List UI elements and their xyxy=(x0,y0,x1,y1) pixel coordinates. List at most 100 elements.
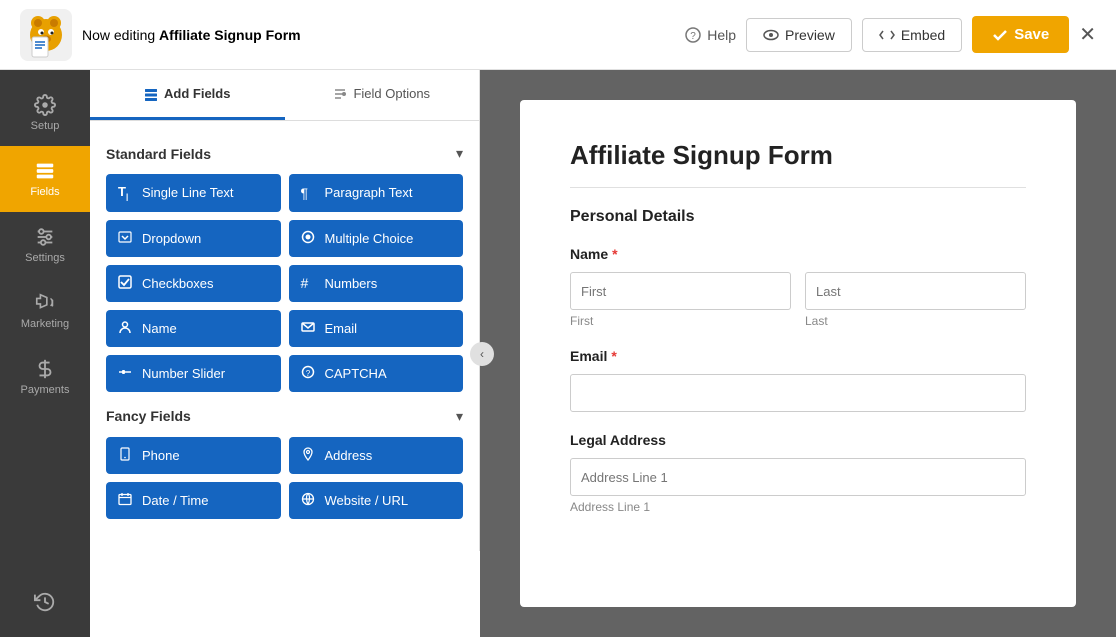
field-btn-date-time[interactable]: Date / Time xyxy=(106,482,281,519)
field-btn-single-line-text[interactable]: T| Single Line Text xyxy=(106,174,281,212)
panel-tabs: Add Fields Field Options xyxy=(90,70,479,121)
logo-icon xyxy=(20,9,72,61)
fancy-fields-grid: Phone Address Date / Time xyxy=(106,437,463,519)
personal-details-title: Personal Details xyxy=(570,208,1026,226)
field-btn-address[interactable]: Address xyxy=(289,437,464,474)
help-button[interactable]: ? Help xyxy=(685,27,736,43)
legal-address-field: Legal Address Address Line 1 xyxy=(570,432,1026,514)
sidebar: Setup Fields Settings xyxy=(0,70,90,637)
help-icon: ? xyxy=(685,27,701,43)
dropdown-icon xyxy=(118,230,134,247)
email-input[interactable] xyxy=(570,374,1026,412)
captcha-icon: ? xyxy=(301,365,317,382)
fancy-fields-toggle[interactable]: ▾ xyxy=(456,408,463,425)
fancy-fields-header: Fancy Fields ▾ xyxy=(106,408,463,425)
numbers-icon: # xyxy=(301,275,317,291)
phone-icon xyxy=(118,447,134,464)
standard-fields-title: Standard Fields xyxy=(106,146,211,162)
standard-fields-toggle[interactable]: ▾ xyxy=(456,145,463,162)
email-icon xyxy=(301,320,317,337)
editing-label: Now editing Affiliate Signup Form xyxy=(82,27,301,43)
sidebar-bottom xyxy=(34,577,56,637)
field-btn-dropdown[interactable]: Dropdown xyxy=(106,220,281,257)
address-icon xyxy=(301,447,317,464)
field-btn-website-url[interactable]: Website / URL xyxy=(289,482,464,519)
close-button[interactable]: ✕ xyxy=(1079,22,1096,47)
form-name: Affiliate Signup Form xyxy=(159,27,301,43)
standard-fields-header: Standard Fields ▾ xyxy=(106,145,463,162)
field-btn-email[interactable]: Email xyxy=(289,310,464,347)
address-line1-sublabel: Address Line 1 xyxy=(570,500,1026,514)
sidebar-item-payments[interactable]: Payments xyxy=(0,344,90,410)
first-name-wrapper: First xyxy=(570,272,791,328)
fields-icon xyxy=(34,160,56,182)
dollar-icon xyxy=(34,358,56,380)
form-title: Affiliate Signup Form xyxy=(570,140,1026,171)
code-icon xyxy=(879,27,895,43)
embed-button[interactable]: Embed xyxy=(862,18,962,52)
field-options-tab-icon xyxy=(333,87,347,101)
name-label: Name * xyxy=(570,246,1026,262)
name-field: Name * First Last xyxy=(570,246,1026,328)
name-required-star: * xyxy=(612,246,617,262)
panel-content: Standard Fields ▾ T| Single Line Text ¶ … xyxy=(90,121,479,551)
field-btn-checkboxes[interactable]: Checkboxes xyxy=(106,265,281,302)
panel-collapse-button[interactable]: ‹ xyxy=(470,342,494,366)
megaphone-icon xyxy=(34,292,56,314)
svg-text:?: ? xyxy=(305,369,310,378)
legal-address-label: Legal Address xyxy=(570,432,1026,448)
tab-add-fields[interactable]: Add Fields xyxy=(90,70,285,120)
sliders-icon xyxy=(34,226,56,248)
field-btn-name[interactable]: Name xyxy=(106,310,281,347)
tab-field-options[interactable]: Field Options xyxy=(285,70,480,120)
preview-button[interactable]: Preview xyxy=(746,18,852,52)
website-url-icon xyxy=(301,492,317,509)
topbar-left: Now editing Affiliate Signup Form xyxy=(20,9,301,61)
svg-text:?: ? xyxy=(690,31,696,42)
history-icon xyxy=(34,591,56,613)
field-btn-captcha[interactable]: ? CAPTCHA xyxy=(289,355,464,392)
sidebar-item-history[interactable] xyxy=(34,577,56,627)
standard-fields-grid: T| Single Line Text ¶ Paragraph Text Dro… xyxy=(106,174,463,392)
email-label: Email * xyxy=(570,348,1026,364)
sidebar-item-fields[interactable]: Fields xyxy=(0,146,90,212)
name-row: First Last xyxy=(570,272,1026,328)
topbar-right: ? Help Preview Embed Save ✕ xyxy=(685,16,1096,53)
field-btn-numbers[interactable]: # Numbers xyxy=(289,265,464,302)
checkmark-icon xyxy=(992,27,1008,43)
single-line-text-icon: T| xyxy=(118,184,134,202)
fields-panel-wrapper: Add Fields Field Options Standard Fields… xyxy=(90,70,480,637)
checkboxes-icon xyxy=(118,275,134,292)
gear-icon xyxy=(34,94,56,116)
number-slider-icon xyxy=(118,365,134,382)
last-name-wrapper: Last xyxy=(805,272,1026,328)
save-button[interactable]: Save xyxy=(972,16,1069,53)
address-line1-input[interactable] xyxy=(570,458,1026,496)
first-name-input[interactable] xyxy=(570,272,791,310)
field-btn-paragraph-text[interactable]: ¶ Paragraph Text xyxy=(289,174,464,212)
multiple-choice-icon xyxy=(301,230,317,247)
paragraph-text-icon: ¶ xyxy=(301,185,317,201)
sidebar-item-setup[interactable]: Setup xyxy=(0,80,90,146)
date-time-icon xyxy=(118,492,134,509)
fields-panel: Add Fields Field Options Standard Fields… xyxy=(90,70,480,551)
name-icon xyxy=(118,320,134,337)
email-required-star: * xyxy=(611,348,616,364)
form-preview: Affiliate Signup Form Personal Details N… xyxy=(480,70,1116,637)
sidebar-item-marketing[interactable]: Marketing xyxy=(0,278,90,344)
form-divider xyxy=(570,187,1026,188)
topbar: Now editing Affiliate Signup Form ? Help… xyxy=(0,0,1116,70)
sidebar-item-settings[interactable]: Settings xyxy=(0,212,90,278)
field-btn-multiple-choice[interactable]: Multiple Choice xyxy=(289,220,464,257)
first-name-sublabel: First xyxy=(570,314,791,328)
add-fields-tab-icon xyxy=(144,87,158,101)
field-btn-number-slider[interactable]: Number Slider xyxy=(106,355,281,392)
fancy-fields-title: Fancy Fields xyxy=(106,408,191,424)
main-layout: Setup Fields Settings xyxy=(0,70,1116,637)
form-card: Affiliate Signup Form Personal Details N… xyxy=(520,100,1076,607)
last-name-sublabel: Last xyxy=(805,314,1026,328)
last-name-input[interactable] xyxy=(805,272,1026,310)
field-btn-phone[interactable]: Phone xyxy=(106,437,281,474)
eye-icon xyxy=(763,27,779,43)
email-field: Email * xyxy=(570,348,1026,412)
